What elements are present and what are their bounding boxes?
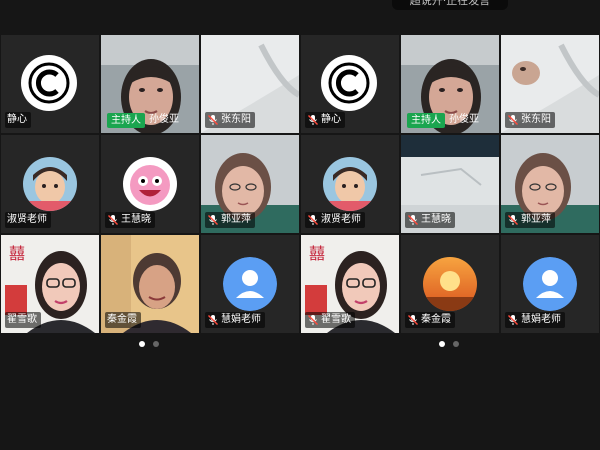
- participant-name-tag: 郭亚萍: [205, 212, 255, 228]
- host-badge: 主持人: [107, 112, 145, 128]
- participant-name-tag: 翟雪歌: [5, 312, 41, 328]
- mic-muted-icon: [408, 315, 418, 325]
- participant-tile[interactable]: 囍翟雪歌: [1, 235, 99, 333]
- participant-name-tag: 郭亚萍: [505, 212, 555, 228]
- participant-tile[interactable]: 静心: [1, 35, 99, 133]
- participant-tile[interactable]: 囍翟雪歌: [301, 235, 399, 333]
- participant-name: 慧娟老师: [221, 314, 261, 325]
- participant-name-tag: 翟雪歌: [305, 312, 355, 328]
- participant-name: 翟雪歌: [321, 314, 351, 325]
- participant-grid: 静心 主持人 孙俊亚 张东阳 淑贤老师 王慧晓 郭亚萍囍翟雪歌 秦金霞 慧娟老师: [300, 34, 600, 334]
- video-grid-page-2: 静心 主持人 孙俊亚 张东阳 淑贤老师 王慧晓 郭亚萍囍翟雪歌 秦金霞 慧娟老师: [300, 34, 600, 334]
- avatar: [423, 257, 477, 311]
- avatar: [323, 157, 377, 211]
- participant-tile[interactable]: 王慧晓: [401, 135, 499, 233]
- mic-muted-icon: [308, 215, 318, 225]
- mic-muted-icon: [208, 215, 218, 225]
- participant-name: 秦金霞: [421, 314, 451, 325]
- participant-tile[interactable]: 郭亚萍: [501, 135, 599, 233]
- participant-name-tag: 王慧晓: [105, 212, 155, 228]
- avatar: [123, 157, 177, 211]
- copyright-logo-icon: [21, 55, 77, 111]
- host-badge: 主持人: [407, 112, 445, 128]
- participant-name: 王慧晓: [121, 214, 151, 225]
- participant-name: 秦金霞: [107, 314, 137, 325]
- participant-tile[interactable]: 张东阳: [201, 35, 299, 133]
- mic-muted-icon: [308, 315, 318, 325]
- participant-name: 张东阳: [221, 114, 251, 125]
- participant-name-tag: 张东阳: [205, 112, 255, 128]
- participant-name-tag: 主持人 孙俊亚: [405, 112, 483, 128]
- pagination-dots-right[interactable]: [439, 341, 459, 347]
- avatar: [23, 157, 77, 211]
- participant-name: 郭亚萍: [521, 214, 551, 225]
- participant-tile[interactable]: 秦金霞: [401, 235, 499, 333]
- mic-muted-icon: [208, 315, 218, 325]
- mic-muted-icon: [508, 215, 518, 225]
- participant-name-tag: 慧娟老师: [505, 312, 565, 328]
- participant-tile[interactable]: 淑贤老师: [301, 135, 399, 233]
- participant-tile[interactable]: 王慧晓: [101, 135, 199, 233]
- person-icon: [223, 257, 277, 311]
- participant-tile[interactable]: 淑贤老师: [1, 135, 99, 233]
- participant-grid: 静心 主持人 孙俊亚 张东阳 淑贤老师 王慧晓 郭亚萍囍翟雪歌 秦金霞 慧娟老师: [0, 34, 300, 334]
- participant-tile[interactable]: 主持人 孙俊亚: [401, 35, 499, 133]
- participant-name: 静心: [7, 114, 27, 125]
- participant-name: 淑贤老师: [321, 214, 361, 225]
- participant-name: 孙俊亚: [149, 114, 179, 125]
- page-dot[interactable]: [453, 341, 459, 347]
- participant-name: 张东阳: [521, 114, 551, 125]
- svg-text:囍: 囍: [309, 244, 325, 263]
- video-grid-page-1: 静心 主持人 孙俊亚 张东阳 淑贤老师 王慧晓 郭亚萍囍翟雪歌 秦金霞 慧娟老师: [0, 34, 300, 334]
- svg-text:囍: 囍: [9, 244, 25, 263]
- participant-name: 孙俊亚: [449, 114, 479, 125]
- participant-name-tag: 张东阳: [505, 112, 555, 128]
- participant-tile[interactable]: 郭亚萍: [201, 135, 299, 233]
- participant-tile[interactable]: 主持人 孙俊亚: [101, 35, 199, 133]
- participant-name-tag: 淑贤老师: [305, 212, 365, 228]
- participant-name-tag: 慧娟老师: [205, 312, 265, 328]
- participant-name-tag: 静心: [305, 112, 345, 128]
- speaking-toast: 超说开·正在发言: [392, 0, 508, 10]
- participant-tile[interactable]: 慧娟老师: [501, 235, 599, 333]
- participant-name: 郭亚萍: [221, 214, 251, 225]
- page-dot-active[interactable]: [439, 341, 445, 347]
- participant-name: 淑贤老师: [7, 214, 47, 225]
- participant-name: 翟雪歌: [7, 314, 37, 325]
- participant-name-tag: 秦金霞: [405, 312, 455, 328]
- copyright-logo-icon: [321, 55, 377, 111]
- participant-name: 王慧晓: [421, 214, 451, 225]
- mic-muted-icon: [108, 215, 118, 225]
- participant-name-tag: 静心: [5, 112, 31, 128]
- mic-muted-icon: [308, 115, 318, 125]
- mic-muted-icon: [208, 115, 218, 125]
- participant-tile[interactable]: 张东阳: [501, 35, 599, 133]
- page-dot[interactable]: [153, 341, 159, 347]
- participant-name: 静心: [321, 114, 341, 125]
- page-dot-active[interactable]: [139, 341, 145, 347]
- mic-muted-icon: [508, 315, 518, 325]
- pagination-dots-left[interactable]: [139, 341, 159, 347]
- mic-muted-icon: [508, 115, 518, 125]
- participant-tile[interactable]: 慧娟老师: [201, 235, 299, 333]
- participant-name-tag: 秦金霞: [105, 312, 141, 328]
- participant-tile[interactable]: 静心: [301, 35, 399, 133]
- participant-name: 慧娟老师: [521, 314, 561, 325]
- participant-tile[interactable]: 秦金霞: [101, 235, 199, 333]
- participant-name-tag: 淑贤老师: [5, 212, 51, 228]
- participant-name-tag: 主持人 孙俊亚: [105, 112, 183, 128]
- mic-muted-icon: [408, 215, 418, 225]
- person-icon: [523, 257, 577, 311]
- participant-name-tag: 王慧晓: [405, 212, 455, 228]
